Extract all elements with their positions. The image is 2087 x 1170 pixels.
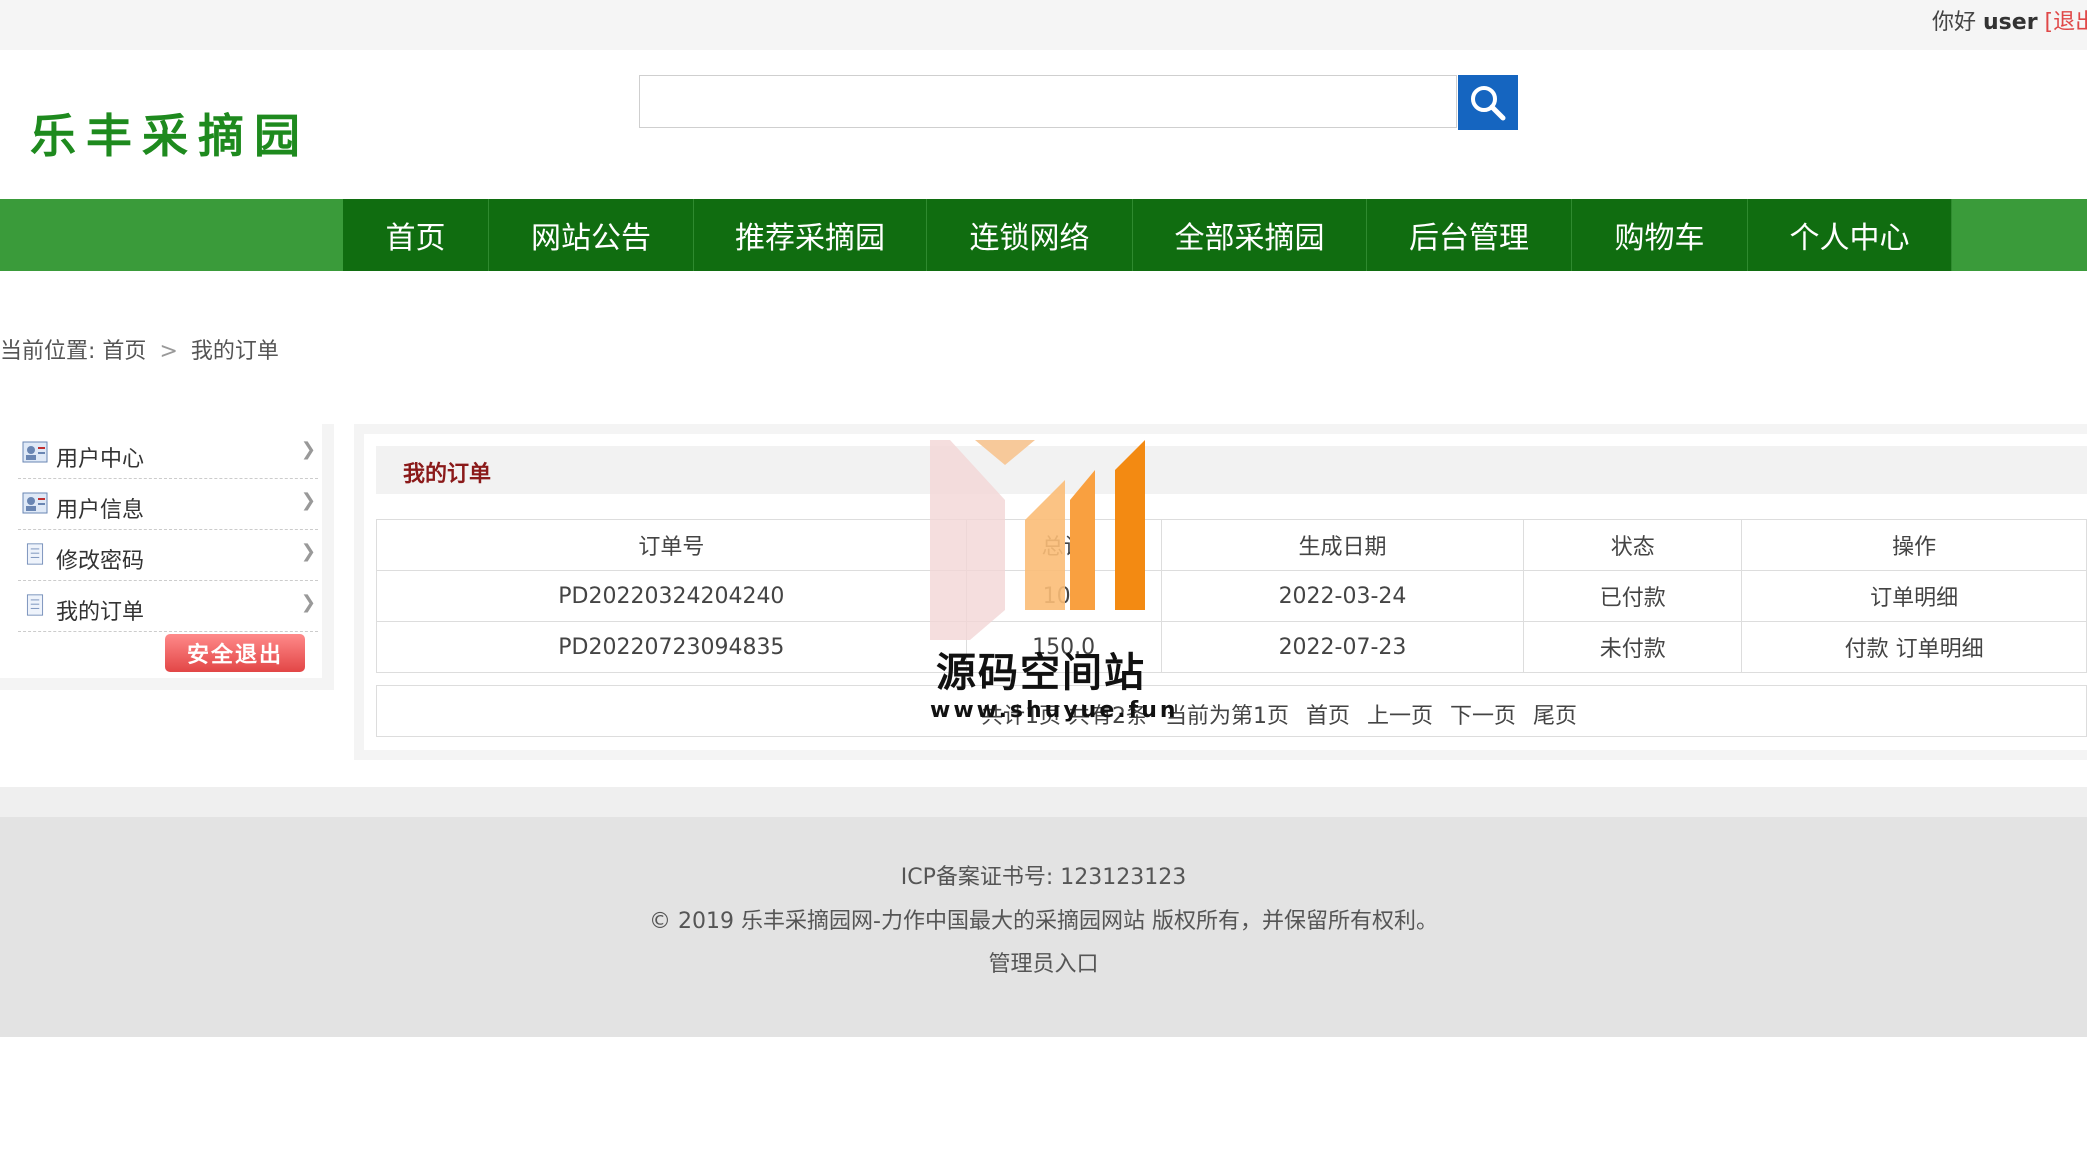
- footer: ICP备案证书号: 123123123 © 2019 乐丰采摘园网-力作中国最大…: [0, 817, 2087, 1037]
- nav-chain-network[interactable]: 连锁网络: [927, 199, 1133, 271]
- sidebar-item-label: 用户中心: [56, 447, 145, 472]
- footer-divider: [0, 787, 2087, 817]
- chevron-right-icon: ❯: [300, 490, 316, 511]
- actions-cell: 订单明细: [1741, 570, 2087, 622]
- logout-link[interactable]: [退出]: [2045, 10, 2087, 35]
- watermark: 源码空间站 www.shuyue.fun: [930, 440, 1220, 730]
- nav-home[interactable]: 首页: [343, 199, 489, 271]
- watermark-url: www.shuyue.fun: [930, 698, 1179, 723]
- safe-logout-button[interactable]: 安全退出: [165, 634, 305, 672]
- nav-recommended[interactable]: 推荐采摘园: [694, 199, 927, 271]
- order-no-cell: PD20220324204240: [376, 570, 967, 622]
- top-bar: 你好 user [退出]: [0, 0, 2087, 50]
- table-row: PD20220324204240 100 2022-03-24 已付款 订单明细: [376, 570, 2087, 622]
- site-logo[interactable]: 乐丰采摘园: [30, 100, 310, 166]
- column-header-status: 状态: [1523, 519, 1743, 571]
- user-card-icon: [22, 441, 48, 463]
- column-header-order-no: 订单号: [376, 519, 967, 571]
- sidebar-item-user-info[interactable]: 用户信息 ❯: [18, 480, 318, 530]
- user-card-icon: [22, 492, 48, 514]
- search-button[interactable]: [1458, 75, 1518, 130]
- order-no-cell: PD20220723094835: [376, 621, 967, 673]
- sidebar-item-user-center[interactable]: 用户中心 ❯: [18, 429, 318, 479]
- panel-header: 我的订单: [376, 446, 2087, 494]
- pay-link[interactable]: 付款: [1845, 637, 1889, 662]
- footer-copyright: © 2019 乐丰采摘园网-力作中国最大的采摘园网站 版权所有，并保留所有权利。: [649, 909, 1438, 934]
- pagination: 共计1页 共有2条 当前为第1页 首页 上一页 下一页 尾页: [376, 685, 2087, 737]
- breadcrumb-prefix: 当前位置:: [0, 339, 96, 364]
- table-row: PD20220723094835 150.0 2022-07-23 未付款 付款…: [376, 621, 2087, 673]
- status-cell: 未付款: [1523, 621, 1743, 673]
- column-header-actions: 操作: [1741, 519, 2087, 571]
- breadcrumb-current: 我的订单: [190, 339, 279, 364]
- actions-cell: 付款 订单明细: [1741, 621, 2087, 673]
- document-icon: [26, 594, 44, 616]
- watermark-title: 源码空间站: [936, 650, 1146, 696]
- order-detail-link[interactable]: 订单明细: [1896, 637, 1984, 662]
- username-text: user: [1983, 10, 2038, 35]
- greeting-text: 你好: [1932, 10, 1977, 35]
- sidebar-item-label: 我的订单: [56, 600, 145, 625]
- nav-admin[interactable]: 后台管理: [1367, 199, 1572, 271]
- chevron-right-icon: ❯: [300, 541, 316, 562]
- document-icon: [26, 543, 44, 565]
- nav-cart[interactable]: 购物车: [1572, 199, 1748, 271]
- nav-all-gardens[interactable]: 全部采摘园: [1133, 199, 1367, 271]
- sidebar-item-my-orders[interactable]: 我的订单 ❯: [18, 582, 318, 632]
- nav-personal-center[interactable]: 个人中心: [1748, 199, 1952, 271]
- admin-entry-link[interactable]: 管理员入口: [0, 946, 2087, 978]
- order-detail-link[interactable]: 订单明细: [1870, 586, 1958, 611]
- search-icon: [1471, 85, 1506, 120]
- pager-last[interactable]: 尾页: [1533, 704, 1577, 729]
- table-header-row: 订单号 总计 生成日期 状态 操作: [376, 519, 2087, 571]
- chevron-right-icon: ❯: [300, 439, 316, 460]
- nav-announcements[interactable]: 网站公告: [489, 199, 694, 271]
- breadcrumb-home[interactable]: 首页: [102, 339, 146, 364]
- main-nav: 首页 网站公告 推荐采摘园 连锁网络 全部采摘园 后台管理 购物车 个人中心: [0, 199, 2087, 271]
- orders-table: 订单号 总计 生成日期 状态 操作 PD20220324204240 100 2…: [376, 519, 2087, 673]
- search-input[interactable]: [639, 75, 1457, 128]
- panel-title: 我的订单: [403, 462, 492, 487]
- pager-first[interactable]: 首页: [1306, 704, 1350, 729]
- breadcrumb: 当前位置: 首页 > 我的订单: [0, 333, 279, 365]
- breadcrumb-separator: >: [159, 339, 178, 364]
- sidebar-item-label: 用户信息: [56, 498, 145, 523]
- status-cell: 已付款: [1523, 570, 1743, 622]
- chevron-right-icon: ❯: [300, 592, 316, 613]
- user-greeting: 你好 user [退出]: [1932, 4, 2087, 36]
- sidebar-item-label: 修改密码: [56, 549, 145, 574]
- pager-prev[interactable]: 上一页: [1367, 704, 1433, 729]
- watermark-logo: [930, 440, 1145, 640]
- pager-next[interactable]: 下一页: [1450, 704, 1516, 729]
- sidebar-item-change-password[interactable]: 修改密码 ❯: [18, 531, 318, 581]
- footer-icp: ICP备案证书号: 123123123: [900, 865, 1187, 890]
